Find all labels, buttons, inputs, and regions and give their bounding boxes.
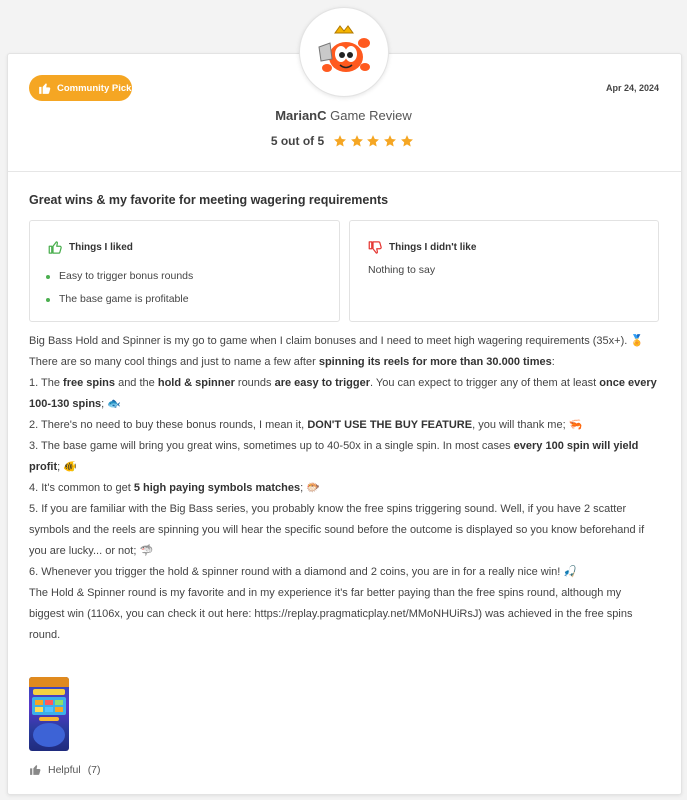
body-text: : [551,356,555,368]
screenshot-thumbnail[interactable] [29,677,69,751]
body-bold: free spins [63,377,116,389]
body-text: There are so many cool things and just t… [29,356,319,368]
body-paragraph: The Hold & Spinner round is my favorite … [29,583,659,646]
pros-title-label: Things I liked [69,242,133,253]
body-text: ; 🐡 [300,482,320,494]
pros-title: Things I liked [48,240,133,255]
crab-mascot-avatar-image [318,25,370,72]
reviewer-name[interactable]: MarianC [275,108,326,123]
thumbs-up-outline-icon [48,240,63,255]
pros-list: Easy to trigger bonus rounds The base ga… [46,265,193,311]
star-icon [367,135,380,147]
body-text: 1. The [29,377,64,389]
review-date: Apr 24, 2024 [605,83,659,93]
body-text: rounds [234,377,275,389]
body-text: and the [115,377,158,389]
star-icon [384,135,396,147]
list-item: Easy to trigger bonus rounds [46,265,193,288]
reviewer-line: MarianC Game Review [0,108,687,123]
body-bold: hold & spinner [157,377,235,389]
body-paragraph: 2. There's no need to buy these bonus ro… [29,415,659,436]
body-paragraph: There are so many cool things and just t… [29,352,659,373]
community-pick-badge: Community Pick [29,75,132,101]
pros-box: Things I liked Easy to trigger bonus rou… [29,220,340,322]
thumbs-up-icon [29,763,42,776]
cons-title: Things I didn't like [368,240,476,255]
body-text: . You can expect to trigger any of them … [369,377,600,389]
helpful-button[interactable]: Helpful (7) [29,763,101,776]
body-paragraph: 6. Whenever you trigger the hold & spinn… [29,562,659,583]
badge-label: Community Pick [57,82,132,94]
body-text: ; 🐠 [57,461,77,473]
body-text: 6. Whenever you trigger the hold & spinn… [29,566,578,578]
review-body: Big Bass Hold and Spinner is my go to ga… [29,331,659,646]
divider [8,171,681,172]
helpful-count: (7) [87,763,101,776]
body-text: 5. If you are familiar with the Big Bass… [29,503,645,557]
rating-text: 5 out of 5 [270,134,325,148]
helpful-label: Helpful [48,763,81,776]
body-bold: spinning its reels for more than 30.000 … [318,356,552,368]
star-icon [350,135,363,147]
rating: 5 out of 5 [0,134,687,148]
rating-stars [333,134,416,148]
body-text: Big Bass Hold and Spinner is my go to ga… [29,335,645,347]
avatar [299,7,389,97]
body-text: 3. The base game will bring you great wi… [29,440,514,452]
body-text: , you will thank me; 🦐 [472,419,583,431]
body-paragraph: 4. It's common to get 5 high paying symb… [29,478,659,499]
review-headline: Great wins & my favorite for meeting wag… [29,193,389,207]
star-icon [400,135,413,147]
bullet-dot [46,297,50,302]
cons-box: Things I didn't like Nothing to say [349,220,659,322]
body-paragraph: 3. The base game will bring you great wi… [29,436,659,478]
body-bold: DON'T USE THE BUY FEATURE [307,419,473,431]
body-paragraph: 1. The free spins and the hold & spinner… [29,373,659,415]
body-bold: 5 high paying symbols matches [133,482,301,494]
body-paragraph: Big Bass Hold and Spinner is my go to ga… [29,331,659,352]
game-screenshot-image [29,677,69,747]
pros-item-text: Easy to trigger bonus rounds [59,270,194,282]
body-text: 4. It's common to get [29,482,134,494]
body-text: 2. There's no need to buy these bonus ro… [29,419,308,431]
cons-text: Nothing to say [368,264,436,276]
bullet-dot [46,274,50,279]
body-text: ; 🐟 [101,398,121,410]
body-paragraph: 5. If you are familiar with the Big Bass… [29,499,659,562]
thumbs-down-outline-icon [368,240,383,255]
cons-title-label: Things I didn't like [389,242,477,253]
list-item: The base game is profitable [46,288,193,311]
thumbs-up-icon [38,81,52,95]
body-bold: are easy to trigger [274,377,370,389]
reviewer-suffix: Game Review [330,108,412,123]
body-text: The Hold & Spinner round is my favorite … [29,587,633,641]
star-icon [334,135,347,147]
pros-item-text: The base game is profitable [59,293,189,305]
